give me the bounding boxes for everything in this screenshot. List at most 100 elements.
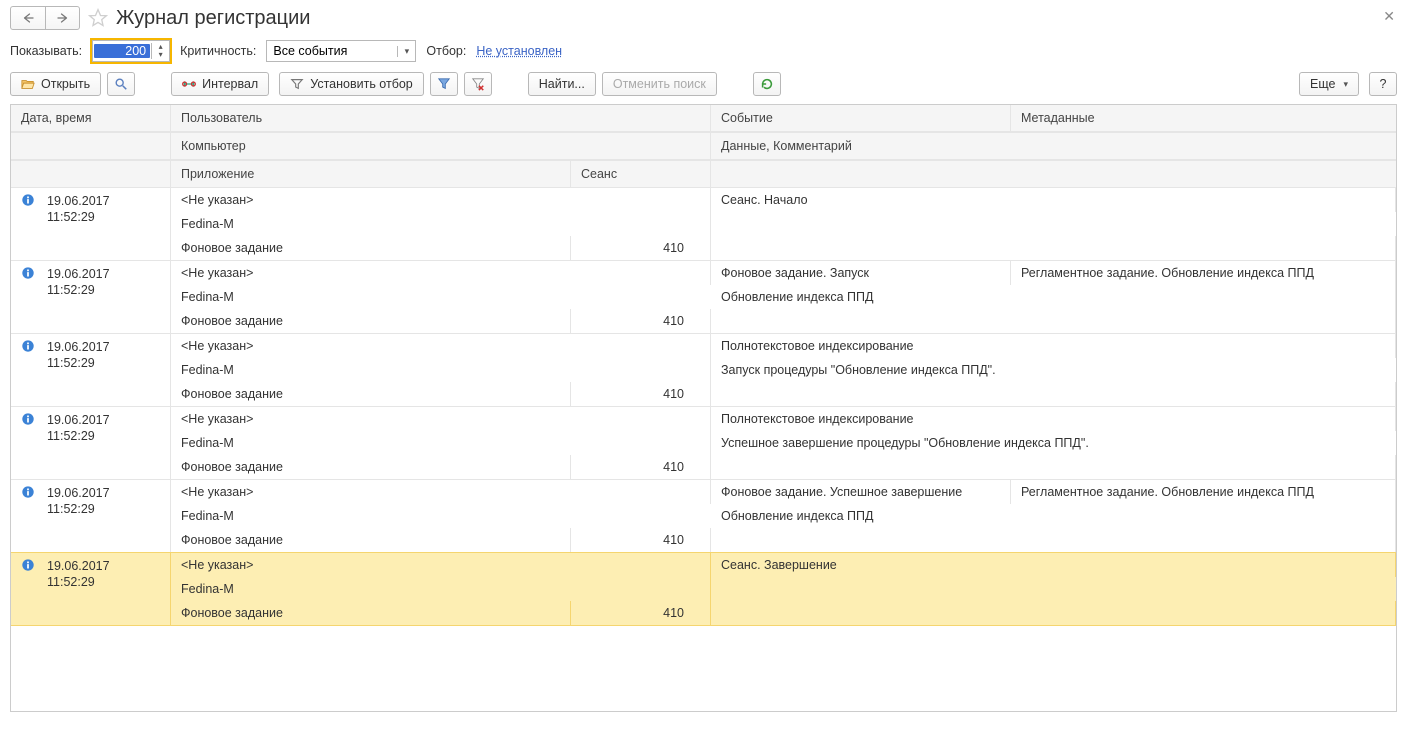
info-icon [21,266,35,283]
help-button[interactable]: ? [1369,72,1397,96]
event-log-grid: Дата, время Пользователь Событие Метадан… [10,104,1397,712]
show-label: Показывать: [10,44,82,58]
row-date: 19.06.2017 [47,339,110,355]
row-event: Полнотекстовое индексирование [711,334,1396,358]
show-count-spinner[interactable]: ▴▾ [151,43,169,59]
row-session: 410 [571,601,711,625]
severity-dropdown-button[interactable]: ▾ [397,46,415,57]
event-log-scroll[interactable]: Дата, время Пользователь Событие Метадан… [11,105,1396,711]
row-session: 410 [571,382,711,406]
row-time: 11:52:29 [47,209,110,225]
close-button[interactable]: ✕ [1383,8,1395,25]
interval-button-label: Интервал [202,77,258,91]
page-title: Журнал регистрации [116,7,310,30]
row-computer: Fedina-M [171,431,711,455]
more-button-label: Еще [1310,77,1335,91]
row-event: Полнотекстовое индексирование [711,407,1396,431]
row-event: Фоновое задание. Успешное завершение [711,480,1011,504]
magnifier-icon [114,77,128,91]
col-datetime[interactable]: Дата, время [11,105,171,131]
severity-select[interactable]: ▾ [266,40,416,62]
row-metadata: Регламентное задание. Обновление индекса… [1011,261,1396,285]
row-date: 19.06.2017 [47,412,110,428]
log-row[interactable]: 19.06.2017 11:52:29 <Не указан> Сеанс. Н… [11,188,1396,261]
row-data [711,577,1396,601]
row-user: <Не указан> [171,188,711,212]
set-filter-button[interactable]: Установить отбор [279,72,424,96]
row-time: 11:52:29 [47,428,110,444]
row-date: 19.06.2017 [47,558,110,574]
row-user: <Не указан> [171,407,711,431]
find-button[interactable]: Найти... [528,72,596,96]
chevron-down-icon: ▾ [1343,79,1348,90]
info-icon [21,193,35,210]
row-computer: Fedina-M [171,285,711,309]
severity-label: Критичность: [180,44,256,58]
row-application: Фоновое задание [171,601,571,625]
row-event: Сеанс. Завершение [711,553,1396,577]
row-session: 410 [571,236,711,260]
row-session: 410 [571,455,711,479]
log-row[interactable]: 19.06.2017 11:52:29 <Не указан> Фоновое … [11,261,1396,334]
favorite-icon[interactable] [88,8,108,28]
row-metadata: Регламентное задание. Обновление индекса… [1011,480,1396,504]
log-row[interactable]: 19.06.2017 11:52:29 <Не указан> Полнотек… [11,407,1396,480]
log-row[interactable]: 19.06.2017 11:52:29 <Не указан> Фоновое … [11,480,1396,553]
col-session[interactable]: Сеанс [571,160,711,187]
help-button-label: ? [1380,77,1387,91]
row-time: 11:52:29 [47,282,110,298]
info-icon [21,412,35,429]
filter-by-value-button[interactable] [430,72,458,96]
row-data: Обновление индекса ППД [711,285,1396,309]
nav-buttons [10,6,80,30]
row-session: 410 [571,309,711,333]
folder-open-icon [21,77,35,91]
row-data [711,212,1396,236]
nav-back-button[interactable] [11,7,45,29]
row-user: <Не указан> [171,480,711,504]
funnel-clear-icon [471,77,485,91]
interval-button[interactable]: Интервал [171,72,269,96]
row-date: 19.06.2017 [47,266,110,282]
row-computer: Fedina-M [171,212,711,236]
col-user[interactable]: Пользователь [171,105,711,131]
col-computer[interactable]: Компьютер [171,132,711,159]
row-time: 11:52:29 [47,355,110,371]
col-application[interactable]: Приложение [171,160,571,187]
show-count-input[interactable] [94,44,150,58]
severity-input[interactable] [267,44,397,58]
cancel-find-button[interactable]: Отменить поиск [602,72,717,96]
col-event[interactable]: Событие [711,105,1011,131]
row-date: 19.06.2017 [47,485,110,501]
log-row[interactable]: 19.06.2017 11:52:29 <Не указан> Сеанс. З… [11,552,1396,626]
refresh-icon [760,77,774,91]
row-application: Фоновое задание [171,309,571,333]
row-data: Успешное завершение процедуры "Обновлени… [711,431,1396,455]
row-time: 11:52:29 [47,574,110,590]
selection-link[interactable]: Не установлен [476,44,562,58]
view-button[interactable] [107,72,135,96]
show-count-field[interactable]: ▴▾ [92,40,170,62]
set-filter-button-label: Установить отбор [310,77,413,91]
arrow-right-icon [56,12,70,24]
row-time: 11:52:29 [47,501,110,517]
info-icon [21,485,35,502]
row-data: Запуск процедуры "Обновление индекса ППД… [711,358,1396,382]
info-icon [21,558,35,575]
row-computer: Fedina-M [171,504,711,528]
row-event: Фоновое задание. Запуск [711,261,1011,285]
filter-set-icon [290,77,304,91]
open-button[interactable]: Открыть [10,72,101,96]
selection-label: Отбор: [426,44,466,58]
open-button-label: Открыть [41,77,90,91]
row-computer: Fedina-M [171,358,711,382]
nav-forward-button[interactable] [45,7,79,29]
clear-filter-button[interactable] [464,72,492,96]
log-row[interactable]: 19.06.2017 11:52:29 <Не указан> Полнотек… [11,334,1396,407]
row-user: <Не указан> [171,261,711,285]
row-event: Сеанс. Начало [711,188,1396,212]
col-data-comment[interactable]: Данные, Комментарий [711,132,1396,159]
col-metadata[interactable]: Метаданные [1011,105,1396,131]
more-button[interactable]: Еще ▾ [1299,72,1359,96]
refresh-button[interactable] [753,72,781,96]
